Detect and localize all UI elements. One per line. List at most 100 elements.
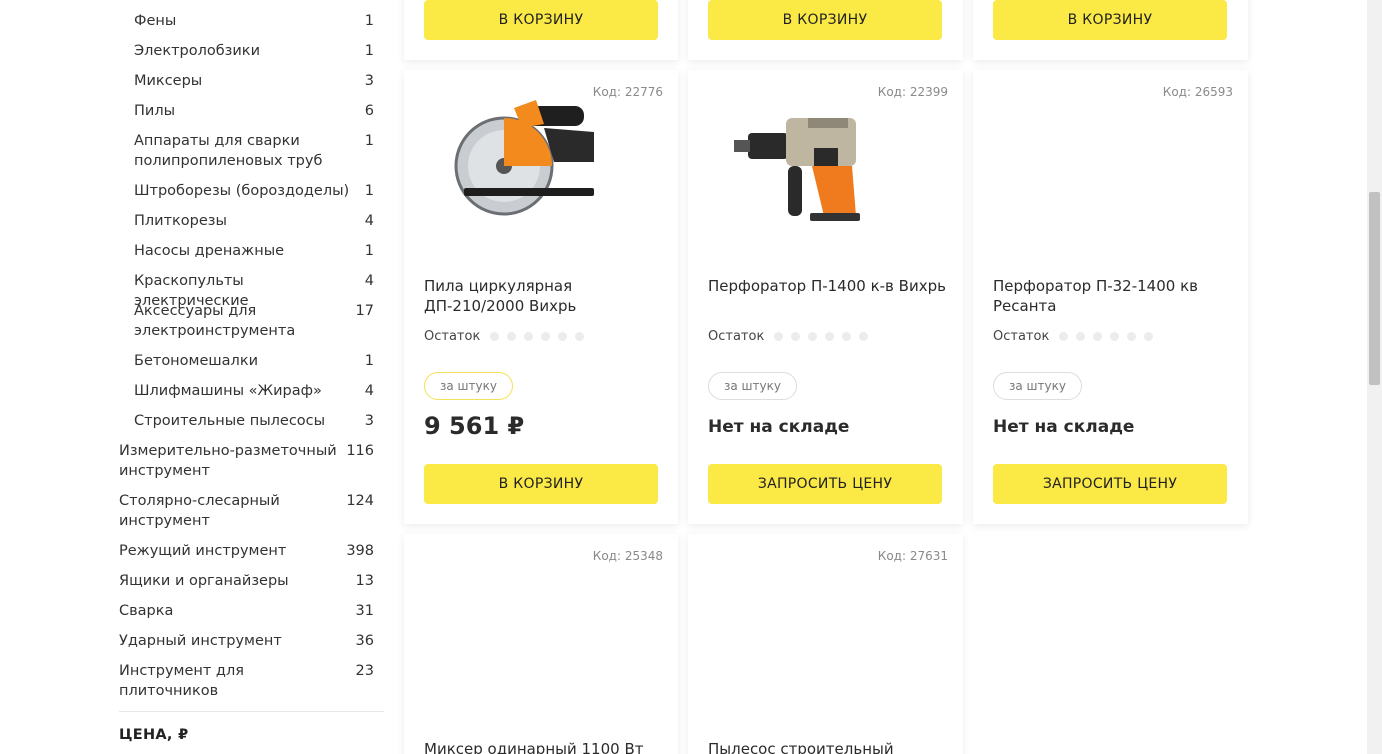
stock-dot	[575, 332, 585, 341]
stock-dots	[774, 332, 876, 341]
request-price-button[interactable]: ЗАПРОСИТЬ ЦЕНУ	[993, 464, 1227, 504]
stock-dot	[1093, 332, 1103, 341]
category-item[interactable]: Штроборезы (бороздоделы) 1	[134, 181, 374, 201]
stock-dot	[1059, 332, 1069, 341]
category-count: 23	[355, 663, 374, 679]
stock-dot	[541, 332, 551, 341]
product-card[interactable]: Код: 22399 Перфоратор П-1400 к-в Вихрь О…	[688, 70, 963, 524]
category-name: Бетономешалки	[134, 353, 259, 369]
product-code: Код: 22399	[877, 85, 948, 99]
category-name: Штроборезы (бороздоделы)	[134, 183, 350, 199]
category-name: Строительные пылесосы	[134, 413, 326, 429]
category-count: 17	[355, 303, 374, 319]
stock-dot	[558, 332, 568, 341]
category-item[interactable]: Аппараты для сварки полипропиленовых тру…	[134, 131, 374, 171]
unit-selector[interactable]: за штуку	[993, 372, 1082, 400]
availability-status: Нет на складе	[708, 417, 850, 437]
product-card[interactable]: Код: 25348 Миксер одинарный 1100 Вт	[404, 534, 678, 754]
category-name: Аксессуары для электроинструмента	[134, 303, 296, 339]
category-name: Инструмент для плиточников	[119, 663, 244, 699]
add-to-cart-button[interactable]: В КОРЗИНУ	[708, 0, 942, 40]
stock-dot	[1144, 332, 1154, 341]
circular-saw-icon	[454, 100, 594, 216]
category-count: 124	[346, 493, 374, 509]
stock-label: Остаток	[993, 329, 1050, 344]
category-item[interactable]: Инструмент для плиточников 23	[119, 661, 374, 701]
category-name: Плиткорезы	[134, 213, 227, 229]
product-title[interactable]: Пылесос строительный	[708, 739, 948, 754]
stock-dot	[791, 332, 801, 341]
catalog-page: Фены 1 Электролобзики 1 Миксеры 3 Пилы 6…	[0, 0, 1382, 754]
product-code: Код: 26593	[1162, 85, 1233, 99]
category-count: 3	[364, 73, 374, 89]
category-name: Сварка	[119, 603, 174, 619]
page-scrollbar[interactable]	[1367, 0, 1382, 754]
stock-dots	[490, 332, 592, 341]
category-item[interactable]: Ударный инструмент 36	[119, 631, 374, 651]
category-name: Измерительно-разметочный инструмент	[119, 443, 337, 479]
category-item[interactable]: Пилы 6	[134, 101, 374, 121]
product-card[interactable]: Код: 27631 Пылесос строительный	[688, 534, 963, 754]
category-name: Режущий инструмент	[119, 543, 287, 559]
category-count: 1	[364, 133, 374, 149]
stock-dot	[507, 332, 517, 341]
product-title[interactable]: Миксер одинарный 1100 Вт	[424, 739, 664, 754]
product-image[interactable]	[444, 552, 604, 702]
product-image[interactable]	[728, 552, 888, 702]
category-count: 116	[346, 443, 374, 459]
category-name: Насосы дренажные	[134, 243, 285, 259]
stock-dot	[524, 332, 534, 341]
product-title[interactable]: Перфоратор П-32-1400 кв Ресанта	[993, 276, 1233, 316]
category-item[interactable]: Аксессуары для электроинструмента 17	[134, 301, 374, 341]
stock-indicator: Остаток	[708, 329, 876, 344]
category-name: Ударный инструмент	[119, 633, 282, 649]
category-item[interactable]: Режущий инструмент 398	[119, 541, 374, 561]
stock-indicator: Остаток	[424, 329, 592, 344]
product-title[interactable]: Пила циркулярная ДП-210/2000 Вихрь	[424, 276, 664, 316]
scrollbar-thumb[interactable]	[1369, 192, 1380, 385]
category-count: 4	[364, 273, 374, 289]
category-item[interactable]: Бетономешалки 1	[134, 351, 374, 371]
product-image[interactable]	[728, 88, 888, 238]
product-image[interactable]	[444, 88, 604, 238]
price-filter-heading: ЦЕНА, ₽	[119, 727, 189, 743]
category-count: 36	[355, 633, 374, 649]
stock-dot	[1076, 332, 1086, 341]
category-item[interactable]: Шлифмашины «Жираф» 4	[134, 381, 374, 401]
category-item[interactable]: Электролобзики 1	[134, 41, 374, 61]
stock-indicator: Остаток	[993, 329, 1161, 344]
category-item[interactable]: Сварка 31	[119, 601, 374, 621]
stock-dot	[1127, 332, 1137, 341]
product-card[interactable]: Код: 26593 Перфоратор П-32-1400 кв Ресан…	[973, 70, 1248, 524]
category-name: Столярно-слесарный инструмент	[119, 493, 280, 529]
category-item[interactable]: Миксеры 3	[134, 71, 374, 91]
category-name: Шлифмашины «Жираф»	[134, 383, 322, 399]
product-card[interactable]: Код: 22776 Пила циркулярная ДП-210/2000 …	[404, 70, 678, 524]
add-to-cart-button[interactable]: В КОРЗИНУ	[424, 0, 658, 40]
category-item[interactable]: Строительные пылесосы 3	[134, 411, 374, 431]
product-card: В КОРЗИНУ	[688, 0, 963, 60]
unit-selector[interactable]: за штуку	[708, 372, 797, 400]
category-count: 1	[364, 43, 374, 59]
category-item[interactable]: Ящики и органайзеры 13	[119, 571, 374, 591]
product-price: 9 561 ₽	[424, 412, 525, 440]
category-item[interactable]: Плиткорезы 4	[134, 211, 374, 231]
category-count: 4	[364, 213, 374, 229]
request-price-button[interactable]: ЗАПРОСИТЬ ЦЕНУ	[708, 464, 942, 504]
add-to-cart-button[interactable]: В КОРЗИНУ	[993, 0, 1227, 40]
add-to-cart-button[interactable]: В КОРЗИНУ	[424, 464, 658, 504]
stock-dot	[774, 332, 784, 341]
category-sidebar: Фены 1 Электролобзики 1 Миксеры 3 Пилы 6…	[0, 0, 390, 754]
category-name: Электролобзики	[134, 43, 260, 59]
category-item[interactable]: Столярно-слесарный инструмент 124	[119, 491, 374, 531]
category-item[interactable]: Измерительно-разметочный инструмент 116	[119, 441, 374, 481]
product-image[interactable]	[1013, 88, 1173, 238]
category-count: 1	[364, 243, 374, 259]
unit-selector[interactable]: за штуку	[424, 372, 513, 400]
category-item[interactable]: Фены 1	[134, 11, 374, 31]
sidebar-divider	[119, 711, 384, 712]
product-title[interactable]: Перфоратор П-1400 к-в Вихрь	[708, 276, 948, 296]
product-card: В КОРЗИНУ	[973, 0, 1248, 60]
stock-dot	[1110, 332, 1120, 341]
category-item[interactable]: Насосы дренажные 1	[134, 241, 374, 261]
